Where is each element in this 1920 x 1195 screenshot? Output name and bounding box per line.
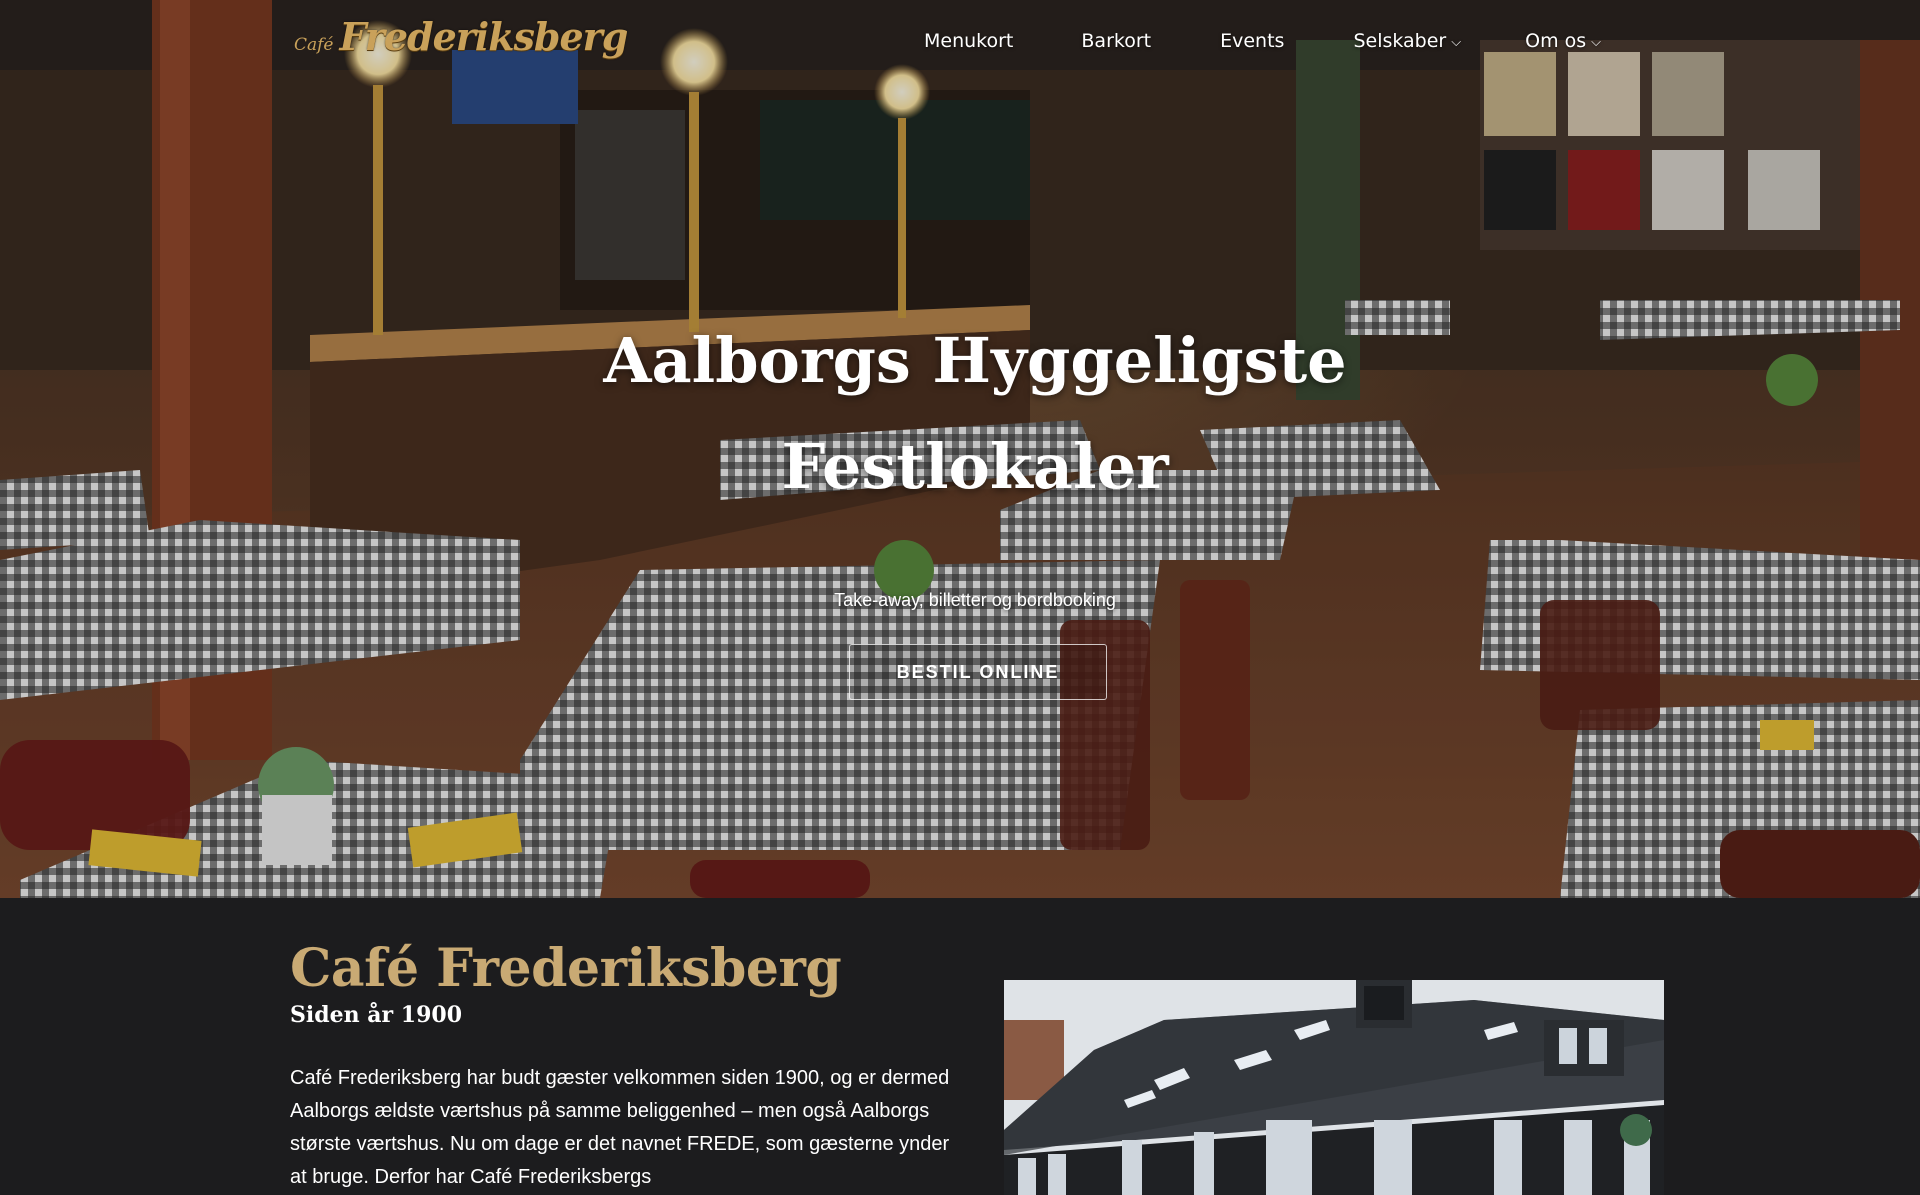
- nav-item-events[interactable]: Events: [1220, 30, 1284, 52]
- nav-item-om-os[interactable]: Om os ⌵: [1525, 30, 1601, 52]
- nav-item-label: Menukort: [924, 30, 1014, 52]
- nav-item-barkort[interactable]: Barkort: [1081, 30, 1151, 52]
- site-logo[interactable]: Café Frederiksberg: [294, 14, 629, 59]
- logo-big-text: Frederiksberg: [339, 14, 629, 59]
- hero-section: Café Frederiksberg Menukort Barkort Even…: [0, 0, 1920, 898]
- nav-item-selskaber[interactable]: Selskaber ⌵: [1353, 30, 1461, 52]
- building-photo-image: [1004, 980, 1664, 1195]
- about-subtitle: Siden år 1900: [290, 1002, 463, 1028]
- order-online-button[interactable]: BESTIL ONLINE: [849, 644, 1107, 700]
- hero-title-line1: Aalborgs Hyggeligste: [603, 324, 1347, 397]
- about-paragraph: Café Frederiksberg har budt gæster velko…: [290, 1067, 950, 1188]
- hero-subtitle: Take-away, billetter og bordbooking: [834, 590, 1116, 610]
- about-title: Café Frederiksberg: [290, 938, 842, 999]
- logo-small-text: Café: [294, 35, 334, 55]
- nav-item-label: Om os: [1525, 30, 1587, 52]
- about-section: Café Frederiksberg Siden år 1900 Café Fr…: [0, 898, 1920, 1195]
- building-photo: [1004, 980, 1664, 1195]
- main-nav: Menukort Barkort Events Selskaber ⌵ Om o…: [924, 30, 1601, 52]
- hero-title: Aalborgs Hyggeligste Festlokaler: [560, 308, 1390, 520]
- nav-item-label: Events: [1220, 30, 1285, 52]
- chevron-down-icon: ⌵: [1591, 34, 1601, 50]
- nav-item-label: Selskaber: [1353, 30, 1447, 52]
- chevron-down-icon: ⌵: [1451, 34, 1462, 50]
- nav-item-label: Barkort: [1081, 30, 1152, 52]
- hero-title-line2: Festlokaler: [781, 430, 1169, 503]
- nav-item-menukort[interactable]: Menukort: [924, 30, 1013, 52]
